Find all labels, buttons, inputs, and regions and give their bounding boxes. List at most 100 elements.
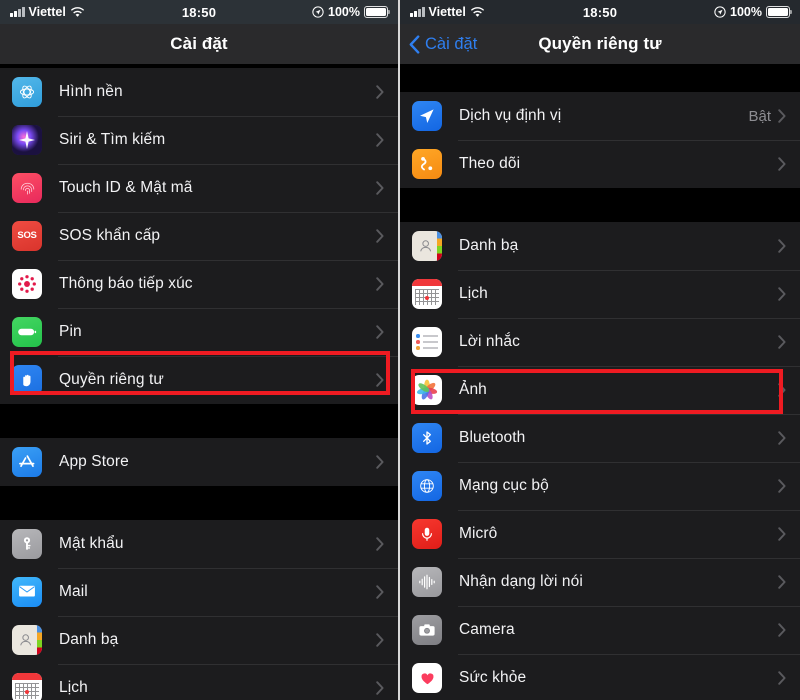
list-item-label: Lịch — [459, 285, 488, 302]
photos-icon — [412, 375, 442, 405]
list-item-label: Pin — [59, 323, 82, 340]
list-item[interactable]: Mail — [0, 568, 398, 616]
list-item-label: Mạng cục bộ — [459, 477, 549, 494]
list-item-label: Danh bạ — [59, 631, 119, 648]
chevron-right-icon — [376, 325, 384, 339]
chevron-right-icon — [376, 229, 384, 243]
list-item-label: Siri & Tìm kiếm — [59, 131, 166, 148]
touch-id-icon — [12, 173, 42, 203]
list-item[interactable]: Quyền riêng tư — [0, 356, 398, 404]
list-item[interactable]: Siri & Tìm kiếm — [0, 116, 398, 164]
list-item[interactable]: Danh bạ — [400, 222, 800, 270]
chevron-right-icon — [778, 109, 786, 123]
list-item[interactable]: Touch ID & Mật mã — [0, 164, 398, 212]
battery-percent-label: 100% — [328, 5, 360, 19]
list-item[interactable]: Lời nhắc — [400, 318, 800, 366]
list-item[interactable]: Theo dõi — [400, 140, 800, 188]
camera-icon — [412, 615, 442, 645]
privacy-hand-icon — [12, 365, 42, 395]
sos-icon: SOS — [12, 221, 42, 251]
settings-group: Dịch vụ định vị Bật Theo dõi — [400, 92, 800, 188]
chevron-right-icon — [778, 479, 786, 493]
list-item-value: Bật — [748, 107, 771, 125]
list-item[interactable]: Nhận dạng lời nói — [400, 558, 800, 606]
settings-group: App Store — [0, 438, 398, 486]
chevron-right-icon — [376, 85, 384, 99]
mail-icon — [12, 577, 42, 607]
chevron-right-icon — [778, 623, 786, 637]
list-item-label: Theo dõi — [459, 155, 521, 172]
status-bar-right: Viettel 18:50 100% — [400, 0, 800, 24]
list-item-label: Sức khỏe — [459, 669, 527, 686]
reminders-icon — [412, 327, 442, 357]
chevron-right-icon — [778, 287, 786, 301]
page-title: Quyền riêng tư — [538, 34, 662, 53]
chevron-right-icon — [376, 373, 384, 387]
bluetooth-icon — [412, 423, 442, 453]
list-item-label: Nhận dạng lời nói — [459, 573, 583, 590]
location-arrow-icon — [312, 6, 324, 18]
chevron-right-icon — [376, 181, 384, 195]
status-bar-left: Viettel 18:50 100% — [0, 0, 398, 24]
settings-list: Hình nền Siri & Tìm kiếm Touch ID & Mật mã… — [0, 64, 398, 700]
location-arrow-icon — [714, 6, 726, 18]
settings-screen-panel: Viettel 18:50 100% Cài đặt Hình nền Siri… — [0, 0, 400, 700]
status-bar-right-group: 100% — [714, 5, 793, 19]
list-item-label: App Store — [59, 453, 129, 470]
list-item-label: Lời nhắc — [459, 333, 520, 350]
passwords-key-icon — [12, 529, 42, 559]
list-item[interactable]: Lịch — [0, 664, 398, 700]
settings-group: Mật khẩu Mail Danh bạ Lịch — [0, 520, 398, 700]
back-button[interactable]: Cài đặt — [409, 24, 477, 64]
list-item[interactable]: Camera — [400, 606, 800, 654]
chevron-right-icon — [376, 585, 384, 599]
app-store-icon — [12, 447, 42, 477]
list-item[interactable]: SOS SOS khẩn cấp — [0, 212, 398, 260]
list-item-label: Hình nền — [59, 83, 123, 100]
contacts-icon — [412, 231, 442, 261]
contacts-icon — [12, 625, 42, 655]
chevron-right-icon — [376, 633, 384, 647]
list-item-label: Quyền riêng tư — [59, 371, 164, 388]
chevron-right-icon — [778, 671, 786, 685]
list-item[interactable]: Hình nền — [0, 68, 398, 116]
list-item[interactable]: Danh bạ — [0, 616, 398, 664]
list-item[interactable]: App Store — [0, 438, 398, 486]
list-item[interactable]: Thông báo tiếp xúc — [0, 260, 398, 308]
chevron-right-icon — [778, 335, 786, 349]
chevron-right-icon — [778, 383, 786, 397]
dual-phone-screenshot: Viettel 18:50 100% Cài đặt Hình nền Siri… — [0, 0, 800, 700]
list-item[interactable]: Lịch — [400, 270, 800, 318]
chevron-right-icon — [376, 537, 384, 551]
list-item[interactable]: Pin — [0, 308, 398, 356]
list-item[interactable]: Dịch vụ định vị Bật — [400, 92, 800, 140]
list-item-label: Thông báo tiếp xúc — [59, 275, 193, 292]
list-item-label: Micrô — [459, 525, 498, 542]
list-item[interactable]: Mạng cục bộ — [400, 462, 800, 510]
list-item-label: Touch ID & Mật mã — [59, 179, 193, 196]
list-item[interactable]: Sức khỏe — [400, 654, 800, 700]
wallpaper-icon — [12, 77, 42, 107]
back-button-label: Cài đặt — [425, 34, 478, 53]
list-item[interactable]: Micrô — [400, 510, 800, 558]
list-item-label: SOS khẩn cấp — [59, 227, 161, 244]
settings-group: Danh bạ Lịch Lời nhắc Ảnh Bluetooth Mạng cục … — [400, 222, 800, 700]
list-item[interactable]: Ảnh — [400, 366, 800, 414]
chevron-right-icon — [376, 133, 384, 147]
speech-recognition-icon — [412, 567, 442, 597]
chevron-right-icon — [778, 157, 786, 171]
left-navigation-bar: Cài đặt — [0, 24, 398, 64]
list-item-label: Danh bạ — [459, 237, 519, 254]
location-services-icon — [412, 101, 442, 131]
section-gap — [400, 188, 800, 222]
chevron-right-icon — [778, 239, 786, 253]
list-item-label: Bluetooth — [459, 429, 526, 446]
battery-percent-label: 100% — [730, 5, 762, 19]
list-item[interactable]: Bluetooth — [400, 414, 800, 462]
status-bar-right-group: 100% — [312, 5, 391, 19]
list-item[interactable]: Mật khẩu — [0, 520, 398, 568]
privacy-list: Dịch vụ định vị Bật Theo dõi Danh bạ Lịch Lời… — [400, 64, 800, 700]
calendar-icon — [12, 673, 42, 700]
battery-full-icon — [364, 6, 391, 18]
chevron-right-icon — [376, 277, 384, 291]
